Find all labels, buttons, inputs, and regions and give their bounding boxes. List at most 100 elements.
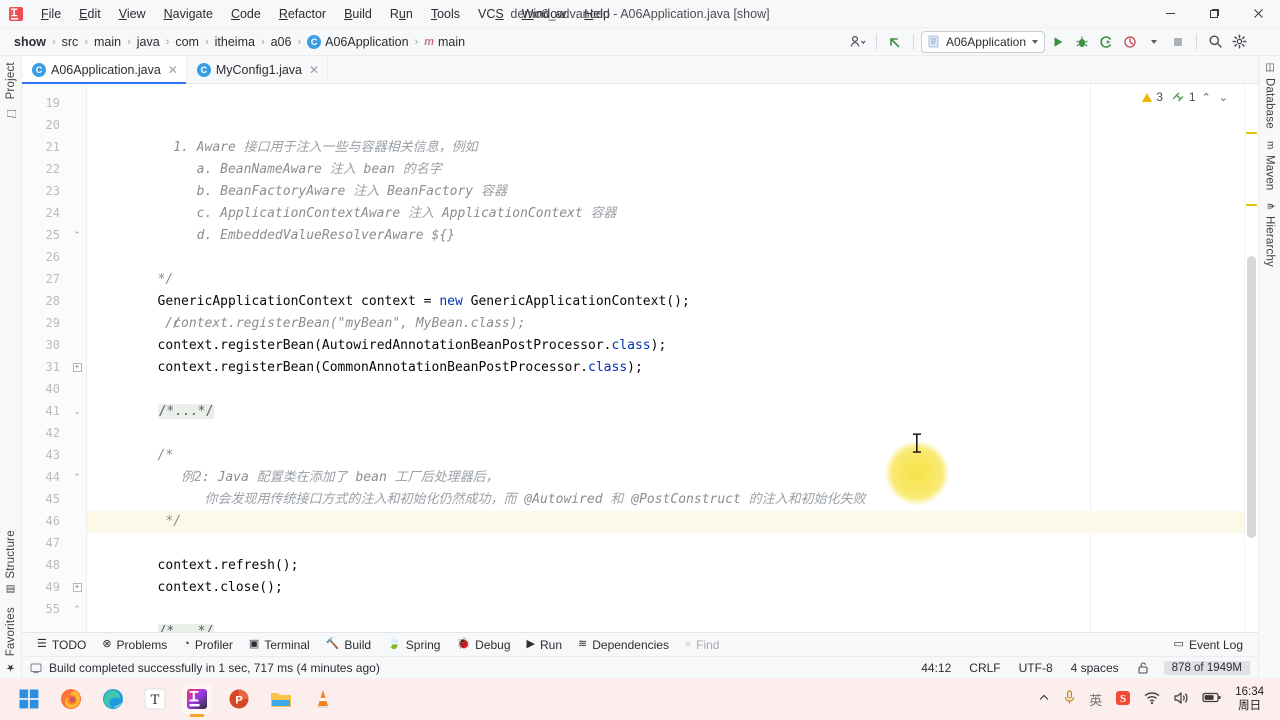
next-problem-icon[interactable]: ⌄ — [1217, 91, 1230, 104]
maximize-button[interactable] — [1192, 0, 1236, 28]
code-line[interactable]: 例2: Java 配置类在添加了 bean 工厂后处理器后， — [87, 467, 1244, 489]
powerpoint-icon[interactable]: P — [224, 684, 254, 714]
code-line[interactable]: c. ApplicationContextAware 注入 Applicatio… — [87, 203, 1244, 225]
code-line[interactable]: */ — [87, 511, 1244, 533]
run-with-coverage-button[interactable] — [1095, 31, 1117, 53]
code-line[interactable]: 1. Aware 接口用于注入一些与容器相关信息，例如 — [87, 137, 1244, 159]
tool-window-profiler[interactable]: ◔ Profiler — [176, 636, 240, 654]
editor-scrollbar[interactable] — [1244, 84, 1258, 632]
breadcrumb-item-com[interactable]: com — [171, 33, 203, 51]
breadcrumb-item-itheima[interactable]: itheima — [211, 33, 259, 51]
run-options-chevron-icon[interactable] — [1143, 31, 1165, 53]
run-configuration-selector[interactable]: A06Application — [920, 30, 1045, 53]
code-line[interactable]: context.refresh(); — [87, 555, 1244, 577]
code-line[interactable] — [87, 533, 1244, 555]
code-folding-gutter[interactable]: ⌃ + ⌄ ⌃ + ⌃ — [68, 84, 86, 632]
breadcrumb-item-a06application[interactable]: C A06Application — [303, 33, 412, 51]
menu-refactor[interactable]: Refactor — [270, 3, 335, 25]
breadcrumb-item-java[interactable]: java — [133, 33, 164, 51]
menu-build[interactable]: Build — [335, 3, 381, 25]
menu-view[interactable]: View — [110, 3, 155, 25]
tab-close-icon[interactable]: ✕ — [168, 63, 178, 77]
menu-window[interactable]: Window — [513, 3, 575, 25]
code-line[interactable]: 你会发现用传统接口方式的注入和初始化仍然成功，而 @Autowired 和 @P… — [87, 489, 1244, 511]
tool-window-problems[interactable]: ⊗ Problems — [95, 636, 174, 654]
tab-myconfig1[interactable]: C MyConfig1.java ✕ — [187, 56, 329, 83]
code-line[interactable] — [87, 423, 1244, 445]
tool-window-spring[interactable]: 🍃 Spring — [380, 636, 447, 654]
code-editor[interactable]: 19 20 21 22 23 24 25 26 27 28 29 30 31 40 41 42 43 44 45 46… — [22, 84, 1258, 632]
tool-window-todo[interactable]: ☰ TODO — [30, 636, 93, 654]
code-line[interactable]: context.registerBean(CommonAnnotationBea… — [87, 357, 1244, 379]
tab-a06application[interactable]: C A06Application.java ✕ — [22, 56, 187, 84]
sidebar-item-maven[interactable]: m Maven — [1261, 135, 1279, 196]
code-line[interactable] — [87, 379, 1244, 401]
fold-end-icon[interactable]: ⌃ — [68, 598, 86, 620]
breadcrumb-item-main[interactable]: m main — [420, 33, 469, 51]
intellij-idea-icon[interactable] — [182, 684, 212, 717]
edge-icon[interactable] — [98, 684, 128, 714]
menu-vcs[interactable]: VCS — [469, 3, 513, 25]
tool-window-run[interactable]: ▶ Run — [520, 636, 569, 654]
menu-file[interactable]: File — [32, 3, 70, 25]
sidebar-item-structure[interactable]: ▤ Structure — [2, 524, 20, 601]
breadcrumb-item-main[interactable]: main — [90, 33, 125, 51]
code-line[interactable]: b. BeanFactoryAware 注入 BeanFactory 容器 — [87, 181, 1244, 203]
sidebar-item-project[interactable]: 🗀 Project — [2, 56, 20, 127]
file-explorer-icon[interactable] — [266, 684, 296, 714]
menu-edit[interactable]: Edit — [70, 3, 110, 25]
code-line[interactable]: context.registerBean(AutowiredAnnotation… — [87, 335, 1244, 357]
fold-start-icon[interactable]: ⌄ — [68, 400, 86, 422]
menu-tools[interactable]: Tools — [422, 3, 469, 25]
code-content[interactable]: 1. Aware 接口用于注入一些与容器相关信息，例如 a. BeanNameAw… — [87, 84, 1244, 632]
code-line[interactable]: /* — [87, 445, 1244, 467]
fold-end-icon[interactable]: ⌃ — [68, 466, 86, 488]
firefox-icon[interactable] — [56, 684, 86, 714]
tool-window-debug[interactable]: 🐞 Debug — [449, 636, 517, 654]
settings-gear-icon[interactable] — [1228, 31, 1250, 53]
sidebar-item-favorites[interactable]: ★ Favorites — [2, 601, 20, 678]
event-log-button[interactable]: ▭ Event Log — [1167, 636, 1250, 654]
file-encoding[interactable]: UTF-8 — [1016, 660, 1056, 676]
memory-indicator[interactable]: 878 of 1949M — [1163, 660, 1250, 675]
indent-setting[interactable]: 4 spaces — [1068, 660, 1122, 676]
vlc-icon[interactable] — [308, 684, 338, 714]
lock-open-icon[interactable] — [1134, 660, 1152, 675]
sidebar-item-database[interactable]: ◫ Database — [1261, 56, 1279, 135]
tool-window-find[interactable]: ⌕ Find — [678, 636, 727, 654]
caret-position[interactable]: 44:12 — [918, 660, 954, 676]
minimize-button[interactable] — [1148, 0, 1192, 28]
tab-close-icon[interactable]: ✕ — [309, 63, 319, 77]
code-line[interactable]: /*...*/ — [87, 401, 1244, 423]
debug-button[interactable] — [1071, 31, 1093, 53]
menu-run[interactable]: Run — [381, 3, 422, 25]
line-separator[interactable]: CRLF — [966, 660, 1003, 676]
tool-window-dependencies[interactable]: ≋ Dependencies — [571, 636, 676, 654]
ide-assistant-icon[interactable] — [1252, 31, 1274, 53]
typora-icon[interactable]: T — [140, 684, 170, 714]
tool-window-build[interactable]: 🔨 Build — [319, 636, 378, 654]
code-line[interactable]: GenericApplicationContext context = new … — [87, 291, 1244, 313]
fold-collapsed-icon[interactable]: + — [68, 576, 86, 598]
close-button[interactable] — [1236, 0, 1280, 28]
stop-button[interactable] — [1167, 31, 1189, 53]
previous-problem-icon[interactable]: ⌃ — [1200, 91, 1213, 104]
code-line[interactable] — [87, 599, 1244, 621]
windows-start-icon[interactable] — [14, 684, 44, 714]
breadcrumb-item-show[interactable]: show — [10, 33, 50, 51]
code-line[interactable]: /*...*/ — [87, 621, 1244, 632]
code-line[interactable]: a. BeanNameAware 注入 bean 的名字 — [87, 159, 1244, 181]
inspection-widget[interactable]: 3 1 ⌃ ⌄ — [1142, 90, 1230, 104]
breadcrumb-item-a06[interactable]: a06 — [267, 33, 296, 51]
code-line[interactable] — [87, 247, 1244, 269]
code-line[interactable]: */ — [87, 269, 1244, 291]
menu-code[interactable]: Code — [222, 3, 270, 25]
menu-help[interactable]: Help — [575, 3, 619, 25]
code-line[interactable]: d. EmbeddedValueResolverAware ${} — [87, 225, 1244, 247]
profile-dropdown-icon[interactable] — [847, 31, 869, 53]
search-everywhere-icon[interactable] — [1204, 31, 1226, 53]
fold-end-icon[interactable]: ⌃ — [68, 224, 86, 246]
fold-collapsed-icon[interactable]: + — [68, 356, 86, 378]
sidebar-item-hierarchy[interactable]: ⋔ Hierarchy — [1261, 196, 1279, 273]
run-button[interactable] — [1047, 31, 1069, 53]
